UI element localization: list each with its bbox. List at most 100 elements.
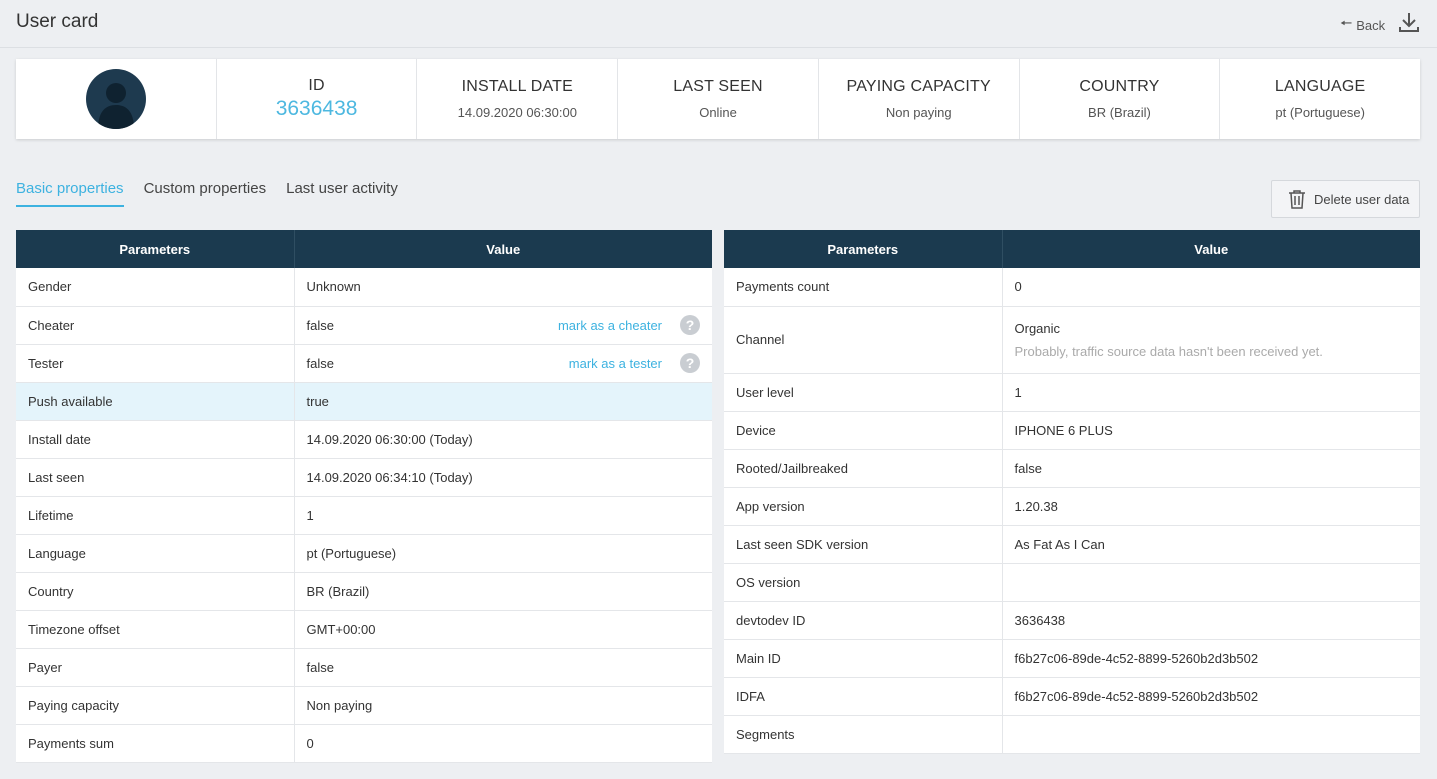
back-label: Back: [1356, 17, 1386, 33]
summary-install-date: INSTALL DATE 14.09.2020 06:30:00: [417, 59, 619, 139]
column-header-parameters: Parameters: [16, 230, 295, 268]
summary-value: Online: [699, 105, 737, 120]
column-header-value: Value: [294, 230, 712, 268]
delete-label: Delete user data: [1314, 191, 1410, 207]
value-cell: 1: [294, 496, 712, 535]
param-cell: Country: [16, 572, 295, 611]
value-cell: 14.09.2020 06:30:00 (Today): [294, 420, 712, 459]
summary-label: INSTALL DATE: [461, 78, 574, 95]
value-cell: f6b27c06-89de-4c52-8899-5260b2d3b502: [1002, 639, 1420, 678]
mark-as-tester-link[interactable]: mark as a tester: [569, 356, 662, 371]
trash-icon: [1289, 190, 1305, 209]
summary-label: LAST SEEN: [673, 78, 763, 95]
summary-value: pt (Portuguese): [1275, 105, 1365, 120]
value-cell: IPHONE 6 PLUS: [1002, 411, 1420, 450]
value-cell: pt (Portuguese): [294, 534, 712, 573]
table-row: User level 1: [724, 373, 1420, 412]
user-silhouette-icon: [97, 83, 134, 129]
summary-value: BR (Brazil): [1088, 105, 1151, 120]
param-cell: Timezone offset: [16, 610, 295, 649]
table-row: Main ID f6b27c06-89de-4c52-8899-5260b2d3…: [724, 639, 1420, 678]
value-cell: false mark as a cheater ?: [294, 306, 712, 345]
help-icon[interactable]: ?: [680, 315, 700, 335]
param-cell: Gender: [16, 268, 295, 307]
param-cell: Last seen: [16, 458, 295, 497]
summary-id: ID 3636438: [217, 59, 418, 139]
basic-properties-table-left: Parameters Value Gender Unknown Cheater …: [16, 230, 712, 763]
summary-value: 3636438: [275, 97, 358, 120]
param-cell: Payments count: [724, 268, 1003, 307]
user-summary-card: ID 3636438 INSTALL DATE 14.09.2020 06:30…: [16, 59, 1420, 139]
value-text: false: [306, 355, 334, 371]
summary-paying-capacity: PAYING CAPACITY Non paying: [819, 59, 1020, 139]
table-row: Rooted/Jailbreaked false: [724, 449, 1420, 488]
page-title: User card: [16, 11, 99, 32]
table-row: Device IPHONE 6 PLUS: [724, 411, 1420, 450]
table-row: Payer false: [16, 648, 712, 687]
param-cell: App version: [724, 487, 1003, 526]
top-bar: User card 🠔 Back: [0, 0, 1437, 48]
summary-country: COUNTRY BR (Brazil): [1020, 59, 1221, 139]
param-cell: Device: [724, 411, 1003, 450]
download-icon[interactable]: [1397, 10, 1421, 34]
param-cell: IDFA: [724, 677, 1003, 716]
param-cell: OS version: [724, 563, 1003, 602]
value-cell: 0: [1002, 268, 1420, 307]
summary-label: PAYING CAPACITY: [846, 78, 991, 95]
basic-properties-table-right: Parameters Value Payments count 0 Channe…: [724, 230, 1420, 754]
table-row: Gender Unknown: [16, 268, 712, 307]
param-cell: Segments: [724, 715, 1003, 754]
table-row: Language pt (Portuguese): [16, 534, 712, 573]
tab-last-user-activity[interactable]: Last user activity: [286, 180, 398, 207]
param-cell: Main ID: [724, 639, 1003, 678]
value-cell: Unknown: [294, 268, 712, 307]
avatar-cell: [16, 59, 217, 139]
param-cell: Cheater: [16, 306, 295, 345]
value-cell: false mark as a tester ?: [294, 344, 712, 383]
summary-language: LANGUAGE pt (Portuguese): [1220, 59, 1420, 139]
value-cell: Organic Probably, traffic source data ha…: [1002, 306, 1420, 374]
back-button[interactable]: 🠔 Back: [1340, 13, 1385, 37]
param-cell: Rooted/Jailbreaked: [724, 449, 1003, 488]
summary-value: 14.09.2020 06:30:00: [457, 105, 577, 120]
param-cell: Payer: [16, 648, 295, 687]
param-cell: Tester: [16, 344, 295, 383]
summary-last-seen: LAST SEEN Online: [618, 59, 819, 139]
table-row: Channel Organic Probably, traffic source…: [724, 306, 1420, 374]
param-cell: devtodev ID: [724, 601, 1003, 640]
table-row: Lifetime 1: [16, 496, 712, 535]
summary-value: Non paying: [885, 105, 952, 120]
param-cell: Language: [16, 534, 295, 573]
mark-as-cheater-link[interactable]: mark as a cheater: [558, 318, 662, 333]
help-icon[interactable]: ?: [680, 353, 700, 373]
table-row: Push available true: [16, 382, 712, 421]
table-row: Country BR (Brazil): [16, 572, 712, 611]
value-cell: 1.20.38: [1002, 487, 1420, 526]
param-cell: Push available: [16, 382, 295, 421]
tab-bar: Basic properties Custom properties Last …: [16, 180, 398, 207]
arrow-left-icon: 🠔: [1340, 15, 1353, 31]
param-cell: Install date: [16, 420, 295, 459]
table-row: Payments count 0: [724, 268, 1420, 307]
table-row: Last seen SDK version As Fat As I Can: [724, 525, 1420, 564]
value-cell: false: [294, 648, 712, 687]
delete-user-data-button[interactable]: Delete user data: [1271, 180, 1420, 218]
channel-note: Probably, traffic source data hasn't bee…: [1014, 343, 1323, 359]
avatar: [85, 69, 146, 129]
param-cell: Payments sum: [16, 724, 295, 763]
value-cell: GMT+00:00: [294, 610, 712, 649]
tab-custom-properties[interactable]: Custom properties: [144, 180, 267, 207]
value-cell: false: [1002, 449, 1420, 488]
value-cell: Non paying: [294, 686, 712, 725]
table-row: Last seen 14.09.2020 06:34:10 (Today): [16, 458, 712, 497]
table-row: App version 1.20.38: [724, 487, 1420, 526]
summary-label: LANGUAGE: [1274, 78, 1366, 95]
table-row: OS version: [724, 563, 1420, 602]
table-row: devtodev ID 3636438: [724, 601, 1420, 640]
param-cell: User level: [724, 373, 1003, 412]
tab-basic-properties[interactable]: Basic properties: [16, 180, 124, 207]
value-text: false: [306, 317, 334, 333]
value-cell: BR (Brazil): [294, 572, 712, 611]
value-cell: [1002, 563, 1420, 602]
value-cell: f6b27c06-89de-4c52-8899-5260b2d3b502: [1002, 677, 1420, 716]
